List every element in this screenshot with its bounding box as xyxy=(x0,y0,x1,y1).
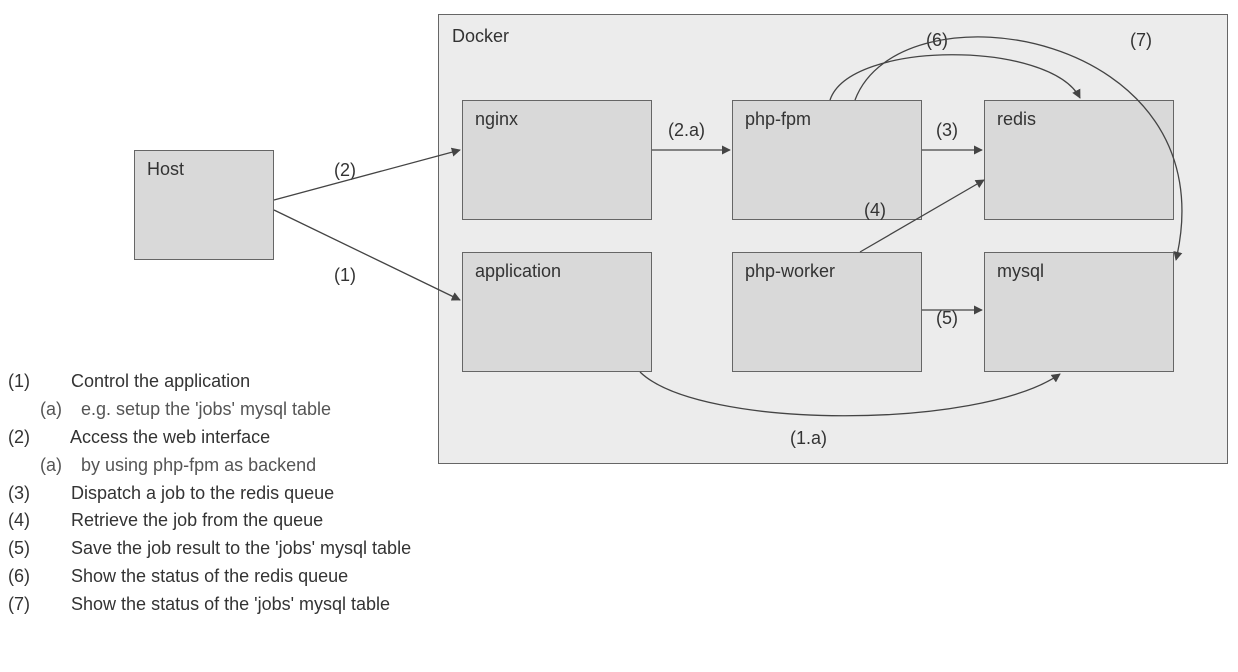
legend-item: (5) Save the job result to the 'jobs' my… xyxy=(8,535,528,563)
legend-subitem: (a) e.g. setup the 'jobs' mysql table xyxy=(8,396,528,424)
edge-label-2a: (2.a) xyxy=(668,120,705,141)
legend-subnum: (a) xyxy=(40,452,76,480)
legend-num: (1) xyxy=(8,368,66,396)
legend-text: Control the application xyxy=(71,371,250,391)
node-mysql: mysql xyxy=(984,252,1174,372)
edge-label-4: (4) xyxy=(864,200,886,221)
legend-num: (6) xyxy=(8,563,66,591)
legend-item: (4) Retrieve the job from the queue xyxy=(8,507,528,535)
node-nginx: nginx xyxy=(462,100,652,220)
node-phpworker-label: php-worker xyxy=(745,261,835,281)
legend-num: (7) xyxy=(8,591,66,619)
legend-subtext: e.g. setup the 'jobs' mysql table xyxy=(81,399,331,419)
docker-container xyxy=(438,14,1228,464)
node-phpfpm: php-fpm xyxy=(732,100,922,220)
legend-text: Show the status of the redis queue xyxy=(71,566,348,586)
node-phpworker: php-worker xyxy=(732,252,922,372)
arrow-2 xyxy=(274,150,460,200)
edge-label-2: (2) xyxy=(334,160,356,181)
legend-text: Dispatch a job to the redis queue xyxy=(71,483,334,503)
legend-num: (2) xyxy=(8,424,66,452)
edge-label-7: (7) xyxy=(1130,30,1152,51)
node-mysql-label: mysql xyxy=(997,261,1044,281)
legend-item: (3) Dispatch a job to the redis queue xyxy=(8,480,528,508)
edge-label-1a: (1.a) xyxy=(790,428,827,449)
docker-label: Docker xyxy=(452,26,509,47)
legend-subtext: by using php-fpm as backend xyxy=(81,455,316,475)
legend-text: Access the web interface xyxy=(70,427,270,447)
legend-num: (4) xyxy=(8,507,66,535)
node-nginx-label: nginx xyxy=(475,109,518,129)
legend-num: (3) xyxy=(8,480,66,508)
node-host-label: Host xyxy=(147,159,184,179)
legend-text: Save the job result to the 'jobs' mysql … xyxy=(71,538,411,558)
legend-subnum: (a) xyxy=(40,396,76,424)
node-application: application xyxy=(462,252,652,372)
edge-label-3: (3) xyxy=(936,120,958,141)
legend-num: (5) xyxy=(8,535,66,563)
legend-text: Retrieve the job from the queue xyxy=(71,510,323,530)
legend: (1) Control the application (a) e.g. set… xyxy=(8,368,528,619)
legend-subitem: (a) by using php-fpm as backend xyxy=(8,452,528,480)
node-redis-label: redis xyxy=(997,109,1036,129)
arrow-1 xyxy=(274,210,460,300)
legend-item: (2) Access the web interface xyxy=(8,424,528,452)
edge-label-5: (5) xyxy=(936,308,958,329)
legend-item: (1) Control the application xyxy=(8,368,528,396)
node-host: Host xyxy=(134,150,274,260)
legend-item: (6) Show the status of the redis queue xyxy=(8,563,528,591)
edge-label-1: (1) xyxy=(334,265,356,286)
legend-text: Show the status of the 'jobs' mysql tabl… xyxy=(71,594,390,614)
node-application-label: application xyxy=(475,261,561,281)
legend-item: (7) Show the status of the 'jobs' mysql … xyxy=(8,591,528,619)
node-redis: redis xyxy=(984,100,1174,220)
edge-label-6: (6) xyxy=(926,30,948,51)
node-phpfpm-label: php-fpm xyxy=(745,109,811,129)
